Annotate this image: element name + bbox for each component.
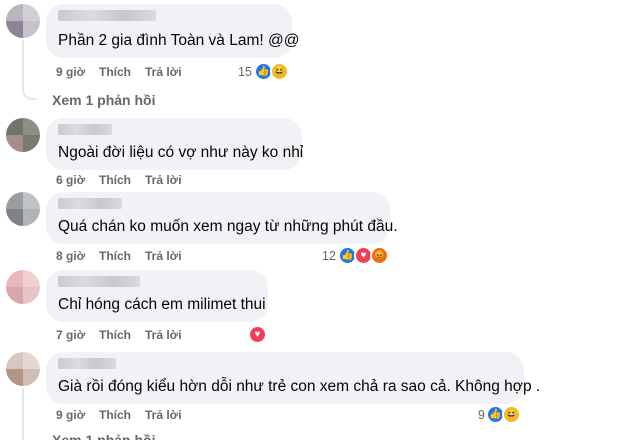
comment-bubble: Phần 2 gia đình Toàn và Lam! @@ — [46, 4, 299, 58]
reply-button[interactable]: Trả lời — [145, 408, 182, 422]
haha-icon: 😆 — [270, 62, 289, 81]
comment-text: Ngoài đời liệu có vợ như này ko nhỉ — [58, 144, 304, 161]
view-replies-link[interactable]: Xem 1 phản hồi — [52, 432, 155, 440]
author-name[interactable] — [58, 358, 116, 369]
reaction-summary[interactable]: 15 👍 😆 — [238, 62, 294, 82]
reply-button[interactable]: Trả lời — [145, 173, 182, 187]
timestamp[interactable]: 7 giờ — [56, 328, 85, 342]
author-name[interactable] — [58, 124, 112, 135]
comment-text: Già rồi đóng kiểu hờn dỗi như trẻ con xe… — [58, 378, 541, 395]
reply-button[interactable]: Trả lời — [145, 65, 182, 79]
avatar[interactable] — [6, 270, 40, 304]
reaction-count: 15 — [238, 65, 252, 79]
timestamp[interactable]: 9 giờ — [56, 65, 85, 79]
like-button[interactable]: Thích — [99, 173, 131, 187]
comment-text: Quá chán ko muốn xem ngay từ những phút … — [58, 218, 398, 235]
reply-button[interactable]: Trả lời — [145, 249, 182, 263]
reply-button[interactable]: Trả lời — [145, 328, 182, 342]
author-name[interactable] — [58, 198, 122, 209]
angry-icon: 😡 — [370, 246, 389, 265]
comment-text: Chỉ hóng cách em milimet thui — [58, 296, 266, 313]
avatar[interactable] — [6, 352, 40, 386]
like-button[interactable]: Thích — [99, 65, 131, 79]
comment-bubble: Chỉ hóng cách em milimet thui — [46, 270, 268, 322]
reaction-count: 12 — [322, 249, 336, 263]
reaction-summary[interactable]: ♥ — [248, 325, 270, 345]
reaction-summary[interactable]: 9 👍 😆 — [478, 405, 526, 425]
reaction-count: 9 — [478, 408, 485, 422]
reaction-summary[interactable]: 12 👍 ♥ 😡 — [322, 246, 392, 266]
avatar[interactable] — [6, 192, 40, 226]
avatar[interactable] — [6, 118, 40, 152]
comment-bubble: Già rồi đóng kiểu hờn dỗi như trẻ con xe… — [46, 352, 540, 404]
timestamp[interactable]: 9 giờ — [56, 408, 85, 422]
haha-icon: 😆 — [502, 405, 521, 424]
comment-text: Phần 2 gia đình Toàn và Lam! @@ — [58, 32, 300, 49]
author-name[interactable] — [58, 276, 140, 287]
comment-bubble: Ngoài đời liệu có vợ như này ko nhỉ — [46, 118, 304, 170]
timestamp[interactable]: 8 giờ — [56, 249, 85, 263]
love-icon: ♥ — [248, 325, 267, 344]
avatar[interactable] — [6, 4, 40, 38]
like-button[interactable]: Thích — [99, 328, 131, 342]
comment-bubble: Quá chán ko muốn xem ngay từ những phút … — [46, 192, 398, 244]
timestamp[interactable]: 6 giờ — [56, 173, 85, 187]
like-button[interactable]: Thích — [99, 408, 131, 422]
reply-thread-line — [22, 388, 36, 440]
reply-thread-line — [22, 40, 36, 100]
like-button[interactable]: Thích — [99, 249, 131, 263]
author-name[interactable] — [58, 10, 156, 21]
view-replies-link[interactable]: Xem 1 phản hồi — [52, 92, 155, 108]
